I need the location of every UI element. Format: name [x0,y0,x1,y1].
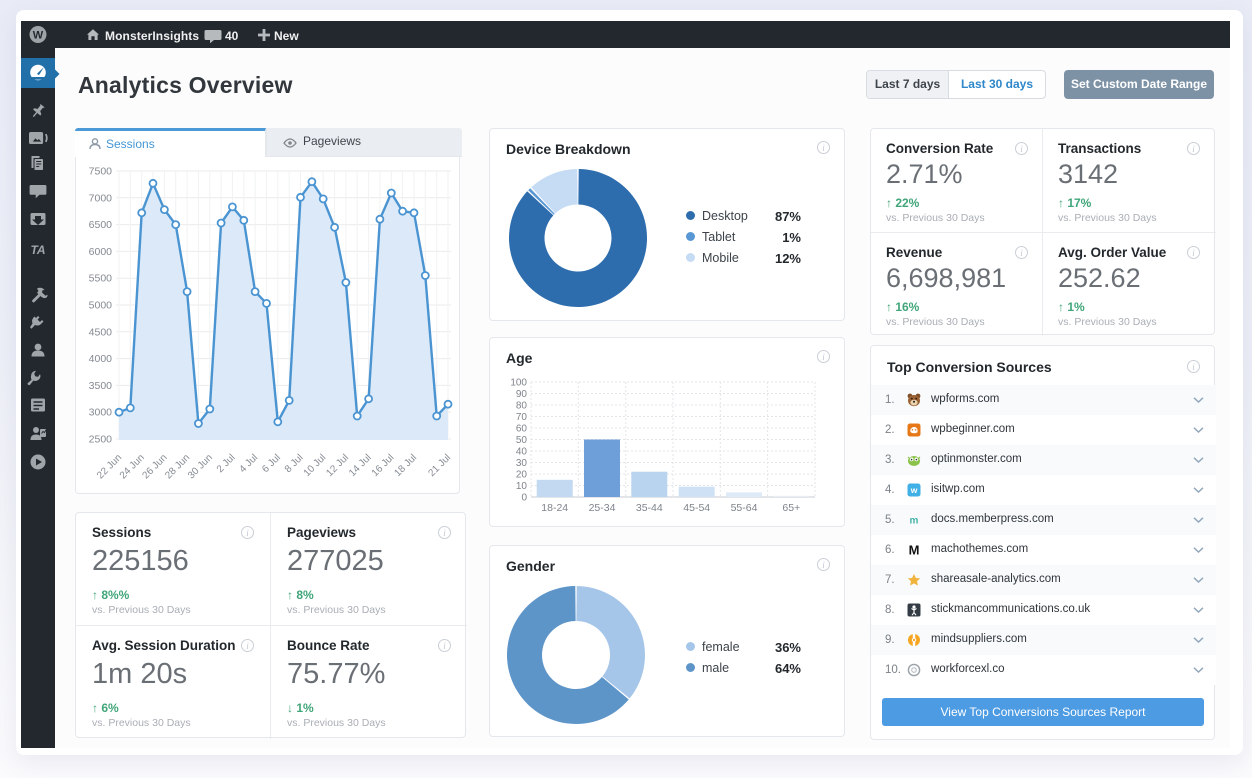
svg-text:4 Jul: 4 Jul [238,452,261,475]
svg-text:60: 60 [516,424,528,435]
svg-text:5500: 5500 [89,273,113,285]
svg-text:2 Jul: 2 Jul [215,452,238,475]
svg-text:28 Jun: 28 Jun [163,452,192,481]
svg-text:24 Jun: 24 Jun [118,452,147,481]
svg-text:4500: 4500 [89,326,113,338]
svg-text:30 Jun: 30 Jun [186,452,215,481]
svg-text:7500: 7500 [89,166,113,178]
svg-text:18 Jul: 18 Jul [392,452,419,479]
svg-text:6000: 6000 [89,246,113,258]
svg-text:90: 90 [516,389,528,400]
svg-text:26 Jun: 26 Jun [141,452,170,481]
svg-text:4000: 4000 [89,353,113,365]
svg-text:21 Jul: 21 Jul [426,452,453,479]
svg-text:40: 40 [516,447,528,458]
svg-text:25-34: 25-34 [589,502,616,514]
svg-text:7000: 7000 [89,192,113,204]
svg-text:12 Jul: 12 Jul [324,452,351,479]
svg-text:w: w [910,485,918,495]
svg-text:45-54: 45-54 [683,502,710,514]
svg-text:2500: 2500 [89,434,113,446]
svg-text:50: 50 [516,435,528,446]
svg-text:35-44: 35-44 [636,502,663,514]
svg-text:10 Jul: 10 Jul [302,452,329,479]
svg-text:5000: 5000 [89,300,113,312]
svg-text:0: 0 [521,493,527,504]
svg-text:22 Jun: 22 Jun [95,452,124,481]
svg-text:18-24: 18-24 [541,502,568,514]
svg-text:3500: 3500 [89,380,113,392]
svg-text:M: M [909,543,920,557]
svg-text:80: 80 [516,401,528,412]
svg-text:30: 30 [516,458,528,469]
svg-text:16 Jul: 16 Jul [370,452,397,479]
svg-text:TA: TA [30,243,45,257]
svg-text:6 Jul: 6 Jul [260,452,283,475]
svg-text:100: 100 [510,378,527,389]
svg-text:10: 10 [516,481,528,492]
svg-text:6500: 6500 [89,219,113,231]
svg-text:3000: 3000 [89,407,113,419]
svg-text:70: 70 [516,412,528,423]
svg-text:W: W [33,30,44,42]
svg-text:14 Jul: 14 Jul [347,452,374,479]
svg-text:65+: 65+ [782,502,800,514]
svg-text:m: m [910,516,919,527]
svg-text:20: 20 [516,470,528,481]
svg-text:55-64: 55-64 [731,502,758,514]
